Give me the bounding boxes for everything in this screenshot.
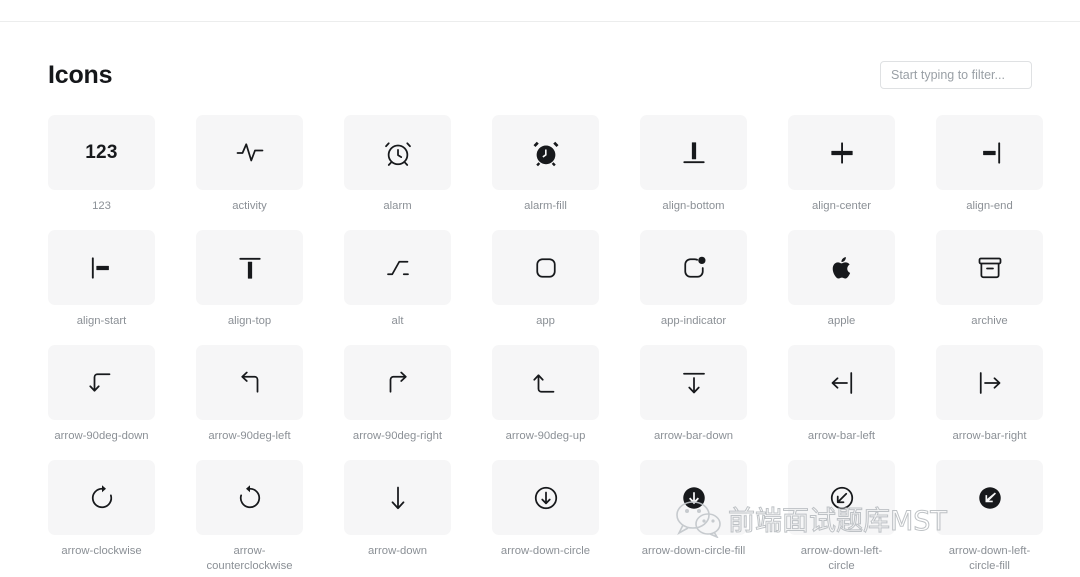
- icon-cell[interactable]: arrow-down-circle-fill: [640, 460, 747, 577]
- arrow-90deg-up-icon[interactable]: [492, 345, 599, 420]
- icon-cell[interactable]: arrow-down-left-circle: [788, 460, 895, 577]
- arrow-down-left-circle-fill-icon[interactable]: [936, 460, 1043, 535]
- icon-label: align-end: [966, 200, 1013, 212]
- icon-label: arrow-down-left-circle-fill: [948, 545, 1031, 572]
- icon-label: arrow-90deg-down: [54, 430, 149, 442]
- 123-icon[interactable]: 123: [48, 115, 155, 190]
- icon-label: 123: [92, 200, 111, 212]
- icon-cell[interactable]: arrow-down: [344, 460, 451, 577]
- app-indicator-icon[interactable]: [640, 230, 747, 305]
- icon-label: arrow-down-circle: [500, 545, 591, 557]
- app-icon[interactable]: [492, 230, 599, 305]
- icon-label: arrow-bar-down: [653, 430, 734, 442]
- icon-cell[interactable]: arrow-clockwise: [48, 460, 155, 577]
- icon-label: align-center: [811, 200, 872, 212]
- arrow-down-left-circle-icon[interactable]: [788, 460, 895, 535]
- icon-cell[interactable]: 123 123: [48, 115, 155, 230]
- alt-icon[interactable]: [344, 230, 451, 305]
- icon-label: arrow-90deg-left: [208, 430, 291, 442]
- arrow-90deg-right-icon[interactable]: [344, 345, 451, 420]
- icon-cell[interactable]: app: [492, 230, 599, 345]
- icon-cell[interactable]: align-bottom: [640, 115, 747, 230]
- arrow-90deg-left-icon[interactable]: [196, 345, 303, 420]
- icon-label: alt: [391, 315, 404, 327]
- icon-cell[interactable]: apple: [788, 230, 895, 345]
- apple-icon[interactable]: [788, 230, 895, 305]
- alarm-icon[interactable]: [344, 115, 451, 190]
- icon-cell[interactable]: alarm: [344, 115, 451, 230]
- activity-icon[interactable]: [196, 115, 303, 190]
- align-end-icon[interactable]: [936, 115, 1043, 190]
- icon-label: apple: [827, 315, 856, 327]
- icon-label: align-bottom: [662, 200, 725, 212]
- header-row: Icons: [48, 53, 1032, 97]
- icon-cell[interactable]: arrow-bar-right: [936, 345, 1043, 460]
- icon-cell[interactable]: alarm-fill: [492, 115, 599, 230]
- icon-cell[interactable]: arrow-bar-down: [640, 345, 747, 460]
- arrow-bar-right-icon[interactable]: [936, 345, 1043, 420]
- archive-icon[interactable]: [936, 230, 1043, 305]
- icon-label: align-start: [76, 315, 127, 327]
- icon-label: activity: [232, 200, 267, 212]
- icon-cell[interactable]: arrow-90deg-left: [196, 345, 303, 460]
- icon-label: arrow-counterclockwise: [206, 545, 293, 572]
- icon-cell[interactable]: align-start: [48, 230, 155, 345]
- arrow-down-circle-fill-icon[interactable]: [640, 460, 747, 535]
- icon-cell[interactable]: align-center: [788, 115, 895, 230]
- page-title: Icons: [48, 60, 113, 89]
- search-input[interactable]: [880, 61, 1032, 89]
- top-divider-bar: [0, 0, 1080, 22]
- arrow-clockwise-icon[interactable]: [48, 460, 155, 535]
- icon-cell[interactable]: alt: [344, 230, 451, 345]
- icon-cell[interactable]: arrow-bar-left: [788, 345, 895, 460]
- icon-label: arrow-clockwise: [61, 545, 142, 557]
- align-bottom-icon[interactable]: [640, 115, 747, 190]
- icon-cell[interactable]: app-indicator: [640, 230, 747, 345]
- icon-label: alarm: [383, 200, 412, 212]
- icon-label: align-top: [227, 315, 272, 327]
- icon-label: arrow-90deg-right: [352, 430, 443, 442]
- icon-label: arrow-90deg-up: [505, 430, 586, 442]
- alarm-fill-icon[interactable]: [492, 115, 599, 190]
- icon-label: arrow-down-circle-fill: [641, 545, 746, 557]
- icon-label: arrow-down: [367, 545, 428, 557]
- icon-cell[interactable]: arrow-90deg-down: [48, 345, 155, 460]
- icon-cell[interactable]: arrow-down-left-circle-fill: [936, 460, 1043, 577]
- arrow-bar-down-icon[interactable]: [640, 345, 747, 420]
- align-center-icon[interactable]: [788, 115, 895, 190]
- arrow-counterclockwise-icon[interactable]: [196, 460, 303, 535]
- icon-label: archive: [971, 315, 1008, 327]
- icon-cell[interactable]: align-top: [196, 230, 303, 345]
- icon-label: alarm-fill: [524, 200, 567, 212]
- page-root: Icons 123 123 activity alarm alarm-fill align…: [0, 0, 1080, 577]
- icon-grid: 123 123 activity alarm alarm-fill align-botto…: [48, 115, 1043, 577]
- icon-cell[interactable]: align-end: [936, 115, 1043, 230]
- arrow-bar-left-icon[interactable]: [788, 345, 895, 420]
- align-start-icon[interactable]: [48, 230, 155, 305]
- icon-cell[interactable]: arrow-down-circle: [492, 460, 599, 577]
- main-content: Icons 123 123 activity alarm alarm-fill align…: [0, 23, 1080, 577]
- icon-cell[interactable]: arrow-90deg-right: [344, 345, 451, 460]
- arrow-down-icon[interactable]: [344, 460, 451, 535]
- arrow-down-circle-icon[interactable]: [492, 460, 599, 535]
- icon-label: arrow-down-left-circle: [800, 545, 883, 572]
- icon-cell[interactable]: activity: [196, 115, 303, 230]
- icon-label: arrow-bar-left: [807, 430, 876, 442]
- icon-label: arrow-bar-right: [952, 430, 1027, 442]
- icon-cell[interactable]: arrow-counterclockwise: [196, 460, 303, 577]
- icon-cell[interactable]: arrow-90deg-up: [492, 345, 599, 460]
- arrow-90deg-down-icon[interactable]: [48, 345, 155, 420]
- icon-label: app-indicator: [660, 315, 727, 327]
- align-top-icon[interactable]: [196, 230, 303, 305]
- icon-label: app: [536, 315, 555, 327]
- icon-cell[interactable]: archive: [936, 230, 1043, 345]
